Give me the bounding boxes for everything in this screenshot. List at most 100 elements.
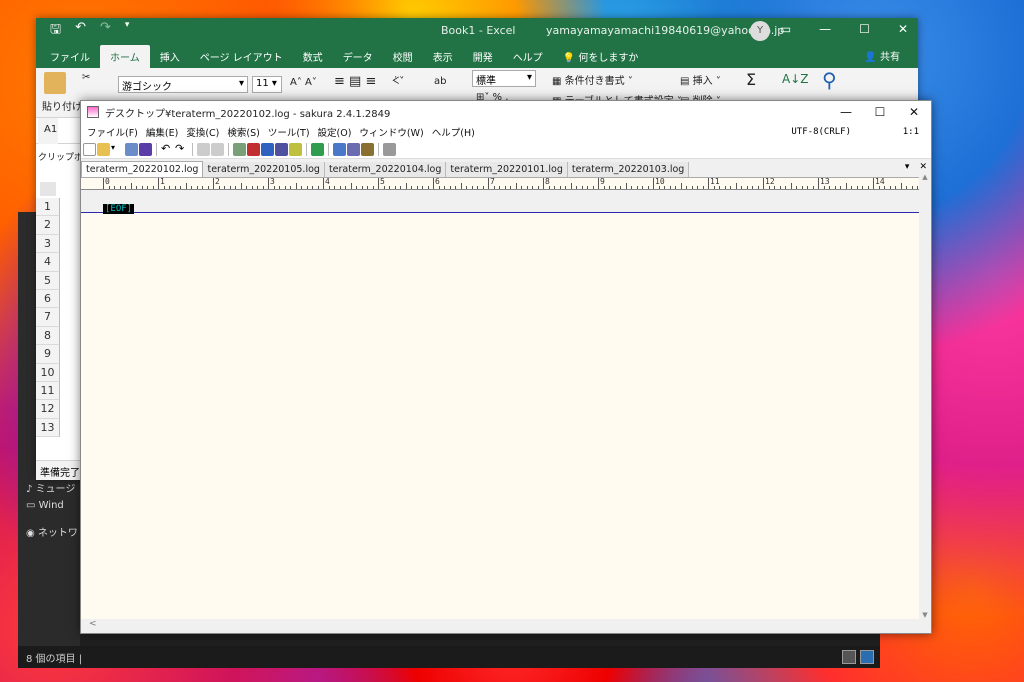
tab-teraterm-20220104[interactable]: teraterm_20220104.log	[324, 162, 447, 177]
menu-tools[interactable]: ツール(T)	[264, 125, 314, 139]
vertical-scrollbar[interactable]: ▲ ▼	[919, 173, 931, 619]
undo-icon[interactable]: ↶	[75, 20, 86, 42]
ribbon-display-icon[interactable]: ▭	[780, 22, 791, 36]
scroll-left-icon[interactable]: <	[89, 619, 97, 629]
font-name-select[interactable]: 游ゴシック ▾	[118, 76, 248, 93]
minimize-icon[interactable]: —	[819, 22, 831, 36]
save-icon[interactable]	[125, 143, 138, 156]
tab-formulas[interactable]: 数式	[293, 45, 333, 68]
new-file-icon[interactable]	[83, 143, 96, 156]
account-name[interactable]: yamayamayamachi19840619@yahoo.co.jp	[546, 24, 784, 37]
menu-edit[interactable]: 編集(E)	[142, 125, 182, 139]
replace-icon[interactable]	[275, 143, 288, 156]
insert-cells-button[interactable]: ▤ 挿入 ˅	[680, 72, 721, 87]
tab-teraterm-20220102[interactable]: teraterm_20220102.log	[81, 161, 204, 177]
row-header[interactable]: 12	[36, 400, 60, 419]
menu-window[interactable]: ウィンドウ(W)	[355, 125, 427, 139]
name-box[interactable]: A1	[44, 124, 57, 135]
row-header[interactable]: 9	[36, 345, 60, 364]
jump-back-icon[interactable]	[197, 143, 210, 156]
autosum-icon[interactable]: Σ	[746, 70, 756, 89]
search-next-icon[interactable]	[261, 143, 274, 156]
tab-data[interactable]: データ	[333, 45, 383, 68]
paste-button[interactable]: 貼り付け	[42, 98, 82, 113]
row-header[interactable]: 10	[36, 363, 60, 382]
paste-icon[interactable]	[44, 72, 66, 94]
undo-icon[interactable]: ↶	[161, 143, 174, 156]
row-header[interactable]: 7	[36, 308, 60, 327]
search-prev-icon[interactable]	[247, 143, 260, 156]
select-all-corner[interactable]	[40, 182, 56, 196]
row-header[interactable]: 2	[36, 216, 60, 235]
row-header[interactable]: 11	[36, 381, 60, 401]
find-icon[interactable]: ⚲	[822, 68, 837, 92]
sakura-app-icon[interactable]	[87, 106, 99, 118]
menu-file[interactable]: ファイル(F)	[83, 125, 142, 139]
tab-home[interactable]: ホーム	[100, 45, 150, 68]
number-format-select[interactable]: 標準 ▾	[472, 70, 536, 87]
scroll-down-icon[interactable]: ▼	[919, 611, 931, 619]
tab-teraterm-20220101[interactable]: teraterm_20220101.log	[446, 162, 568, 177]
conditional-format-button[interactable]: ▦ 条件付き書式 ˅	[552, 72, 633, 87]
row-header[interactable]: 8	[36, 326, 60, 346]
jump-forward-icon[interactable]	[211, 143, 224, 156]
row-header[interactable]: 4	[36, 253, 60, 272]
row-header[interactable]: 3	[36, 234, 60, 254]
tab-teraterm-20220103[interactable]: teraterm_20220103.log	[567, 162, 690, 177]
cut-icon[interactable]: ✂	[82, 72, 90, 83]
menu-convert[interactable]: 変換(C)	[182, 125, 223, 139]
search-icon[interactable]	[233, 143, 246, 156]
outline-icon[interactable]	[333, 143, 346, 156]
tab-developer[interactable]: 開発	[463, 45, 503, 68]
tab-view[interactable]: 表示	[423, 45, 463, 68]
grow-font-icon[interactable]: A˄ A˅	[290, 77, 317, 88]
menu-settings[interactable]: 設定(O)	[314, 125, 356, 139]
horizontal-scrollbar[interactable]: <	[81, 619, 931, 633]
tab-list-dropdown-icon[interactable]: ▾	[905, 162, 910, 172]
row-header[interactable]: 6	[36, 289, 60, 309]
redo-icon[interactable]: ↷	[100, 20, 111, 42]
close-tab-icon[interactable]: ✕	[919, 162, 927, 172]
tab-help[interactable]: ヘルプ	[503, 45, 553, 68]
text-editor-area[interactable]: [EOF]	[81, 204, 931, 619]
share-button[interactable]: 👤 共有	[864, 48, 918, 68]
tab-file[interactable]: ファイル	[40, 45, 100, 68]
align-icon[interactable]: ≡ ▤ ≡	[334, 74, 376, 89]
customize-qat-icon[interactable]: ▾	[125, 20, 130, 42]
tab-teraterm-20220105[interactable]: teraterm_20220105.log	[203, 162, 325, 177]
menu-help[interactable]: ヘルプ(H)	[428, 125, 479, 139]
close-icon[interactable]: ✕	[897, 101, 931, 123]
scroll-up-icon[interactable]: ▲	[919, 173, 931, 181]
row-header[interactable]: 13	[36, 418, 60, 438]
details-view-icon[interactable]	[842, 650, 856, 664]
tab-insert[interactable]: 挿入	[150, 45, 190, 68]
grep-icon[interactable]	[289, 143, 302, 156]
chevron-down-icon[interactable]: ▾	[111, 143, 124, 156]
maximize-icon[interactable]: ☐	[859, 22, 870, 36]
save-all-icon[interactable]	[139, 143, 152, 156]
close-icon[interactable]: ✕	[898, 22, 908, 36]
explorer-item-windows[interactable]: ▭ Wind	[26, 500, 64, 511]
tag-jump-icon[interactable]	[311, 143, 324, 156]
compare-icon[interactable]	[347, 143, 360, 156]
avatar[interactable]: Y	[750, 21, 770, 41]
explorer-item-network[interactable]: ◉ ネットワ	[26, 524, 78, 539]
open-folder-icon[interactable]	[97, 143, 110, 156]
macro-icon[interactable]	[361, 143, 374, 156]
explorer-item-music[interactable]: ♪ ミュージ	[26, 480, 75, 495]
row-header[interactable]: 5	[36, 271, 60, 290]
row-header[interactable]: 1	[36, 198, 60, 217]
tab-page-layout[interactable]: ページ レイアウト	[190, 45, 293, 68]
orientation-icon[interactable]: ᢵ˅	[392, 76, 404, 87]
menu-search[interactable]: 検索(S)	[223, 125, 263, 139]
sort-filter-icon[interactable]: A↓Z	[782, 72, 808, 86]
large-icons-view-icon[interactable]	[860, 650, 874, 664]
save-icon[interactable]: 🖫	[50, 20, 61, 42]
redo-icon[interactable]: ↷	[175, 143, 188, 156]
wrap-text-icon[interactable]: ab	[434, 76, 446, 87]
maximize-icon[interactable]: ☐	[863, 101, 897, 123]
minimize-icon[interactable]: —	[829, 101, 863, 123]
font-size-select[interactable]: 11 ▾	[252, 76, 282, 93]
tell-me-search[interactable]: 💡 何をしますか	[553, 45, 649, 68]
properties-icon[interactable]	[383, 143, 396, 156]
